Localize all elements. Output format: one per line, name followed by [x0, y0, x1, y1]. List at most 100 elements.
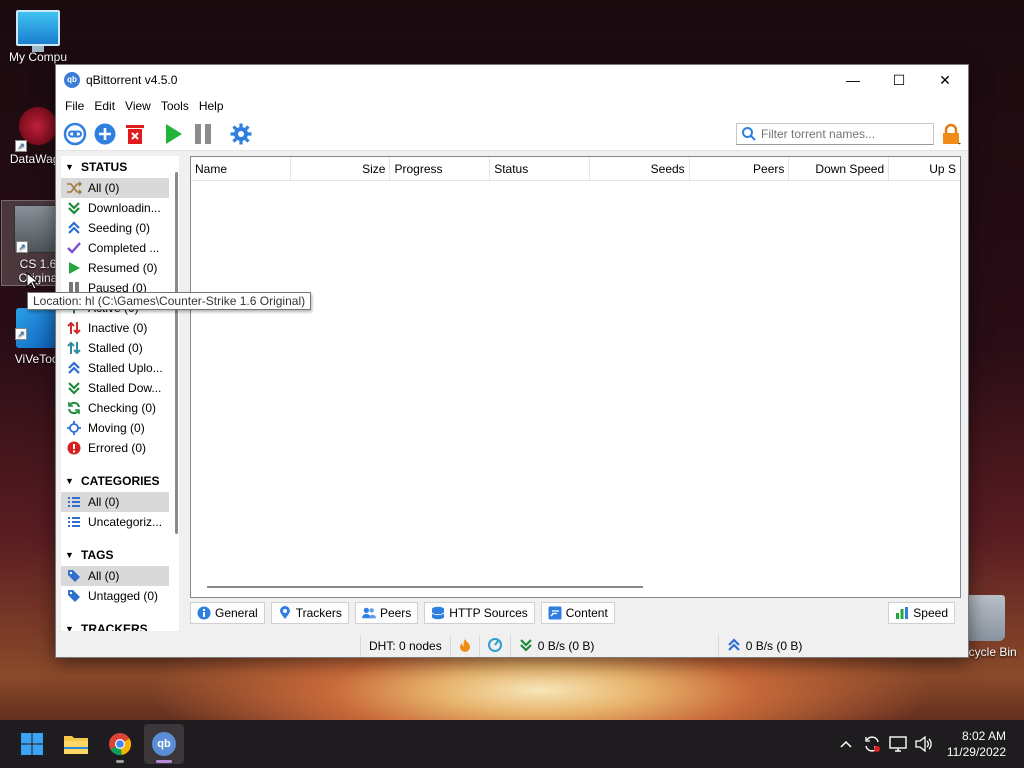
show-hidden-icons-button[interactable]: [834, 732, 858, 756]
filter-label: Uncategoriz...: [88, 515, 163, 529]
sidebar-scrollbar[interactable]: [175, 172, 178, 534]
status-section-header[interactable]: ▼ STATUS: [61, 156, 179, 178]
options-button[interactable]: [226, 119, 256, 149]
tag-icon: [66, 568, 82, 584]
column-header-size[interactable]: Size: [291, 157, 391, 180]
close-button[interactable]: ✕: [922, 65, 968, 95]
clock-date: 11/29/2022: [946, 745, 1006, 759]
taskbar: qb 8:02 AM 11/29/2022: [0, 720, 1024, 768]
pause-button[interactable]: [188, 119, 218, 149]
taskbar-chrome[interactable]: [100, 724, 140, 764]
section-title: TRACKERS: [81, 622, 148, 631]
status-filter-resumed[interactable]: Resumed (0): [61, 258, 169, 278]
status-filter-errored[interactable]: Errored (0): [61, 438, 169, 458]
filter-label: All (0): [88, 181, 120, 195]
torrent-list[interactable]: Name Size Progress Status Seeds Peers Do…: [190, 156, 961, 598]
category-filter-uncategorized[interactable]: Uncategoriz...: [61, 512, 169, 532]
column-header-peers[interactable]: Peers: [690, 157, 790, 180]
tag-filter-all[interactable]: All (0): [61, 566, 169, 586]
minimize-button[interactable]: —: [830, 65, 876, 95]
refresh-icon: [66, 400, 82, 416]
upload-arrow-icon: [727, 637, 741, 655]
tab-label: General: [215, 606, 258, 620]
lock-ui-button[interactable]: [940, 123, 962, 145]
categories-section-header[interactable]: ▼ CATEGORIES: [61, 470, 179, 492]
category-filter-all[interactable]: All (0): [61, 492, 169, 512]
taskbar-qbittorrent[interactable]: qb: [144, 724, 184, 764]
add-torrent-link-button[interactable]: [60, 119, 90, 149]
tab-general[interactable]: General: [190, 602, 265, 624]
menu-view[interactable]: View: [120, 99, 156, 113]
resume-button[interactable]: [158, 119, 188, 149]
title-bar[interactable]: qb qBittorrent v4.5.0 — ☐ ✕: [56, 65, 968, 95]
recycle-bin-icon: [965, 595, 1005, 641]
sync-status-icon[interactable]: [860, 732, 884, 756]
tab-peers[interactable]: Peers: [354, 602, 419, 624]
menu-edit[interactable]: Edit: [89, 99, 120, 113]
add-torrent-file-button[interactable]: [90, 119, 120, 149]
download-speed-value: 0 B/s (0 B): [537, 639, 595, 653]
status-filter-seeding[interactable]: Seeding (0): [61, 218, 169, 238]
content-icon: [548, 606, 562, 620]
tag-filter-untagged[interactable]: Untagged (0): [61, 586, 169, 606]
status-filter-completed[interactable]: Completed ...: [61, 238, 169, 258]
alt-speed-button[interactable]: [478, 635, 510, 657]
filter-label: All (0): [88, 569, 120, 583]
column-header-progress[interactable]: Progress: [390, 157, 491, 180]
status-filter-stalled-downloading[interactable]: Stalled Dow...: [61, 378, 169, 398]
menu-file[interactable]: File: [60, 99, 89, 113]
table-horizontal-scrollbar[interactable]: [207, 586, 643, 588]
column-header-up-speed[interactable]: Up S: [889, 157, 960, 180]
column-header-name[interactable]: Name: [191, 157, 291, 180]
chevron-down-icon: ▼: [65, 162, 74, 172]
filter-label: Seeding (0): [88, 221, 151, 235]
column-header-down-speed[interactable]: Down Speed: [789, 157, 890, 180]
column-header-status[interactable]: Status: [490, 157, 590, 180]
status-filter-inactive[interactable]: Inactive (0): [61, 318, 169, 338]
menu-help[interactable]: Help: [194, 99, 229, 113]
connection-status-button[interactable]: [449, 635, 479, 657]
chevron-down-icon: ▼: [65, 476, 74, 486]
volume-icon[interactable]: [912, 732, 936, 756]
status-filter-stalled[interactable]: Stalled (0): [61, 338, 169, 358]
delete-torrent-button[interactable]: [120, 119, 150, 149]
upload-speed-status[interactable]: 0 B/s (0 B): [717, 635, 811, 657]
tab-label: Peers: [379, 606, 412, 620]
running-indicator: [116, 760, 124, 763]
status-filter-moving[interactable]: Moving (0): [61, 418, 169, 438]
tab-trackers[interactable]: Trackers: [270, 602, 349, 624]
double-chevron-up-icon: [66, 360, 82, 376]
filter-label: Resumed (0): [88, 261, 158, 275]
menu-tools[interactable]: Tools: [156, 99, 194, 113]
status-filter-checking[interactable]: Checking (0): [61, 398, 169, 418]
start-button[interactable]: [12, 724, 52, 764]
maximize-button[interactable]: ☐: [876, 65, 922, 95]
database-icon: [431, 606, 445, 620]
double-chevron-up-icon: [66, 220, 82, 236]
download-speed-status[interactable]: 0 B/s (0 B): [509, 635, 718, 657]
status-filter-stalled-uploading[interactable]: Stalled Uplo...: [61, 358, 169, 378]
menu-bar: File Edit View Tools Help: [56, 95, 968, 117]
clock[interactable]: 8:02 AM 11/29/2022: [937, 728, 1024, 760]
trackers-section-header[interactable]: ▼ TRACKERS: [61, 618, 179, 631]
tab-speed[interactable]: Speed: [888, 602, 955, 624]
bar-chart-icon: [895, 606, 909, 620]
column-header-seeds[interactable]: Seeds: [590, 157, 690, 180]
filter-label: Untagged (0): [88, 589, 159, 603]
double-chevron-down-icon: [66, 380, 82, 396]
play-icon: [66, 260, 82, 276]
desktop-icon-my-computer[interactable]: My Compu: [1, 10, 75, 64]
play-icon: [166, 123, 182, 144]
qbittorrent-logo-icon: qb: [64, 72, 80, 88]
status-filter-downloading[interactable]: Downloadin...: [61, 198, 169, 218]
tab-http-sources[interactable]: HTTP Sources: [424, 602, 535, 624]
toolbar: [56, 117, 968, 151]
network-icon[interactable]: [886, 732, 910, 756]
status-filter-all[interactable]: All (0): [61, 178, 169, 198]
filter-torrent-input[interactable]: [761, 127, 931, 141]
tags-section-header[interactable]: ▼ TAGS: [61, 544, 179, 566]
taskbar-file-explorer[interactable]: [56, 724, 96, 764]
tab-content[interactable]: Content: [540, 602, 615, 624]
shortcut-arrow-icon: ↗: [15, 140, 27, 152]
link-icon: [63, 122, 87, 145]
